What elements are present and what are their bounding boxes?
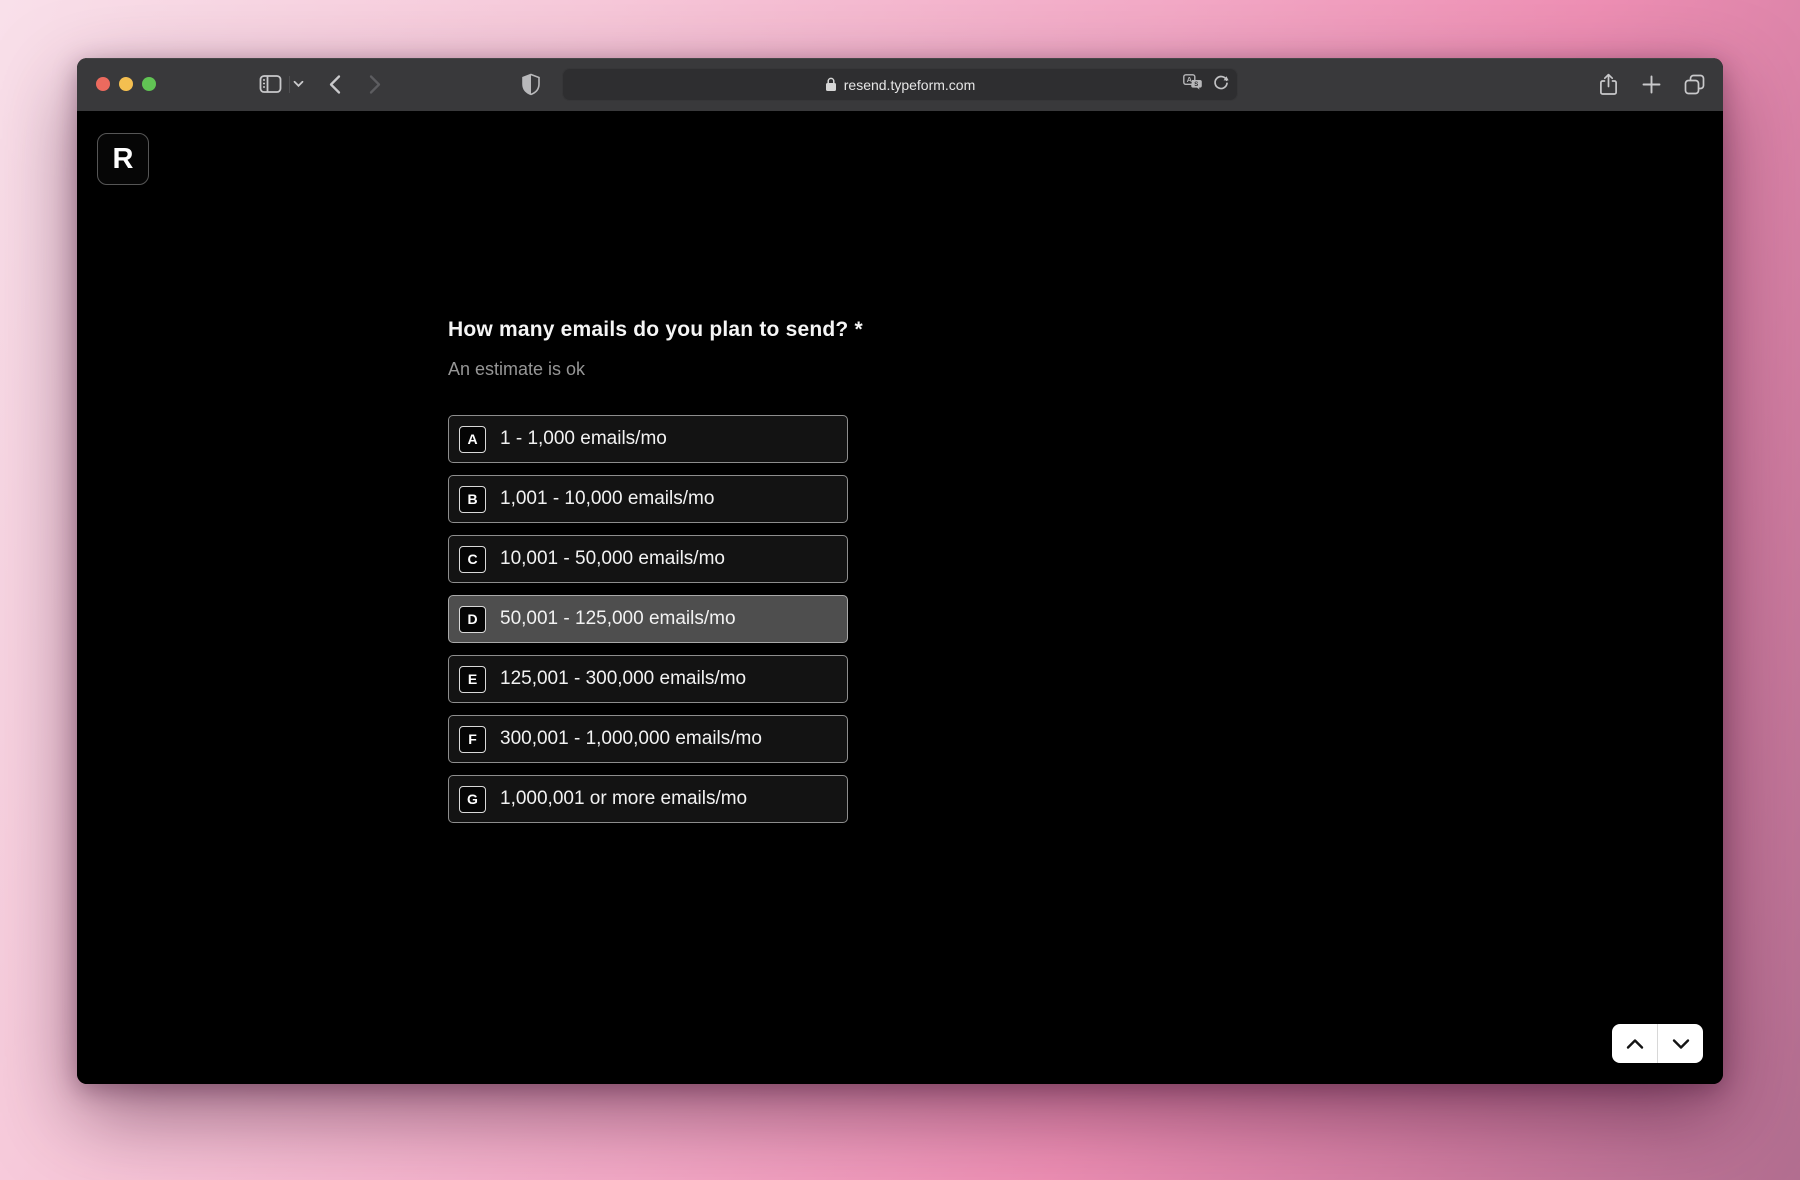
browser-window: resend.typeform.com A S <box>77 58 1723 1084</box>
options-list: A 1 - 1,000 emails/mo B 1,001 - 10,000 e… <box>448 415 848 835</box>
typeform-page: R How many emails do you plan to send? *… <box>77 111 1723 1084</box>
minimize-button[interactable] <box>119 77 133 91</box>
key-hint: A <box>459 426 486 453</box>
key-hint: B <box>459 486 486 513</box>
option-f[interactable]: F 300,001 - 1,000,000 emails/mo <box>448 715 848 763</box>
question-title: How many emails do you plan to send? * <box>448 318 1208 342</box>
key-hint: G <box>459 786 486 813</box>
option-e[interactable]: E 125,001 - 300,000 emails/mo <box>448 655 848 703</box>
option-g[interactable]: G 1,000,001 or more emails/mo <box>448 775 848 823</box>
svg-text:S: S <box>1194 82 1198 88</box>
option-a[interactable]: A 1 - 1,000 emails/mo <box>448 415 848 463</box>
resend-logo: R <box>97 133 149 185</box>
key-hint: E <box>459 666 486 693</box>
form-navigation <box>1612 1024 1703 1063</box>
question-subtitle: An estimate is ok <box>448 359 1208 380</box>
chevron-down-icon <box>1672 1038 1690 1050</box>
desktop: { "desktop": { "wallpaper_colors": ["#f9… <box>0 0 1800 1180</box>
url-bar[interactable]: resend.typeform.com A S <box>562 68 1238 101</box>
option-label: 1,001 - 10,000 emails/mo <box>500 488 714 510</box>
url-text: resend.typeform.com <box>844 77 976 93</box>
sidebar-icon[interactable] <box>259 74 282 94</box>
option-label: 10,001 - 50,000 emails/mo <box>500 548 725 570</box>
option-label: 300,001 - 1,000,000 emails/mo <box>500 728 762 750</box>
back-icon[interactable] <box>328 74 342 95</box>
option-label: 1 - 1,000 emails/mo <box>500 428 667 450</box>
previous-question-button[interactable] <box>1612 1024 1658 1063</box>
option-d[interactable]: D 50,001 - 125,000 emails/mo <box>448 595 848 643</box>
shield-icon[interactable] <box>521 73 541 96</box>
option-label: 125,001 - 300,000 emails/mo <box>500 668 746 690</box>
traffic-lights <box>96 77 156 91</box>
chevron-up-icon <box>1626 1038 1644 1050</box>
option-b[interactable]: B 1,001 - 10,000 emails/mo <box>448 475 848 523</box>
plus-icon[interactable] <box>1640 74 1662 96</box>
zoom-button[interactable] <box>142 77 156 91</box>
url-content: resend.typeform.com <box>825 77 976 93</box>
lock-icon <box>825 77 837 92</box>
option-c[interactable]: C 10,001 - 50,000 emails/mo <box>448 535 848 583</box>
chevron-down-icon[interactable] <box>293 80 304 88</box>
browser-toolbar: resend.typeform.com A S <box>77 58 1723 111</box>
reload-icon[interactable] <box>1213 74 1229 96</box>
tabs-icon[interactable] <box>1683 74 1705 96</box>
translate-icon[interactable]: A S <box>1183 74 1202 95</box>
toolbar-divider <box>289 76 290 93</box>
key-hint: F <box>459 726 486 753</box>
option-label: 50,001 - 125,000 emails/mo <box>500 608 736 630</box>
next-question-button[interactable] <box>1658 1024 1703 1063</box>
share-icon[interactable] <box>1597 74 1619 96</box>
key-hint: D <box>459 606 486 633</box>
key-hint: C <box>459 546 486 573</box>
close-button[interactable] <box>96 77 110 91</box>
forward-icon[interactable] <box>368 74 382 95</box>
option-label: 1,000,001 or more emails/mo <box>500 788 747 810</box>
